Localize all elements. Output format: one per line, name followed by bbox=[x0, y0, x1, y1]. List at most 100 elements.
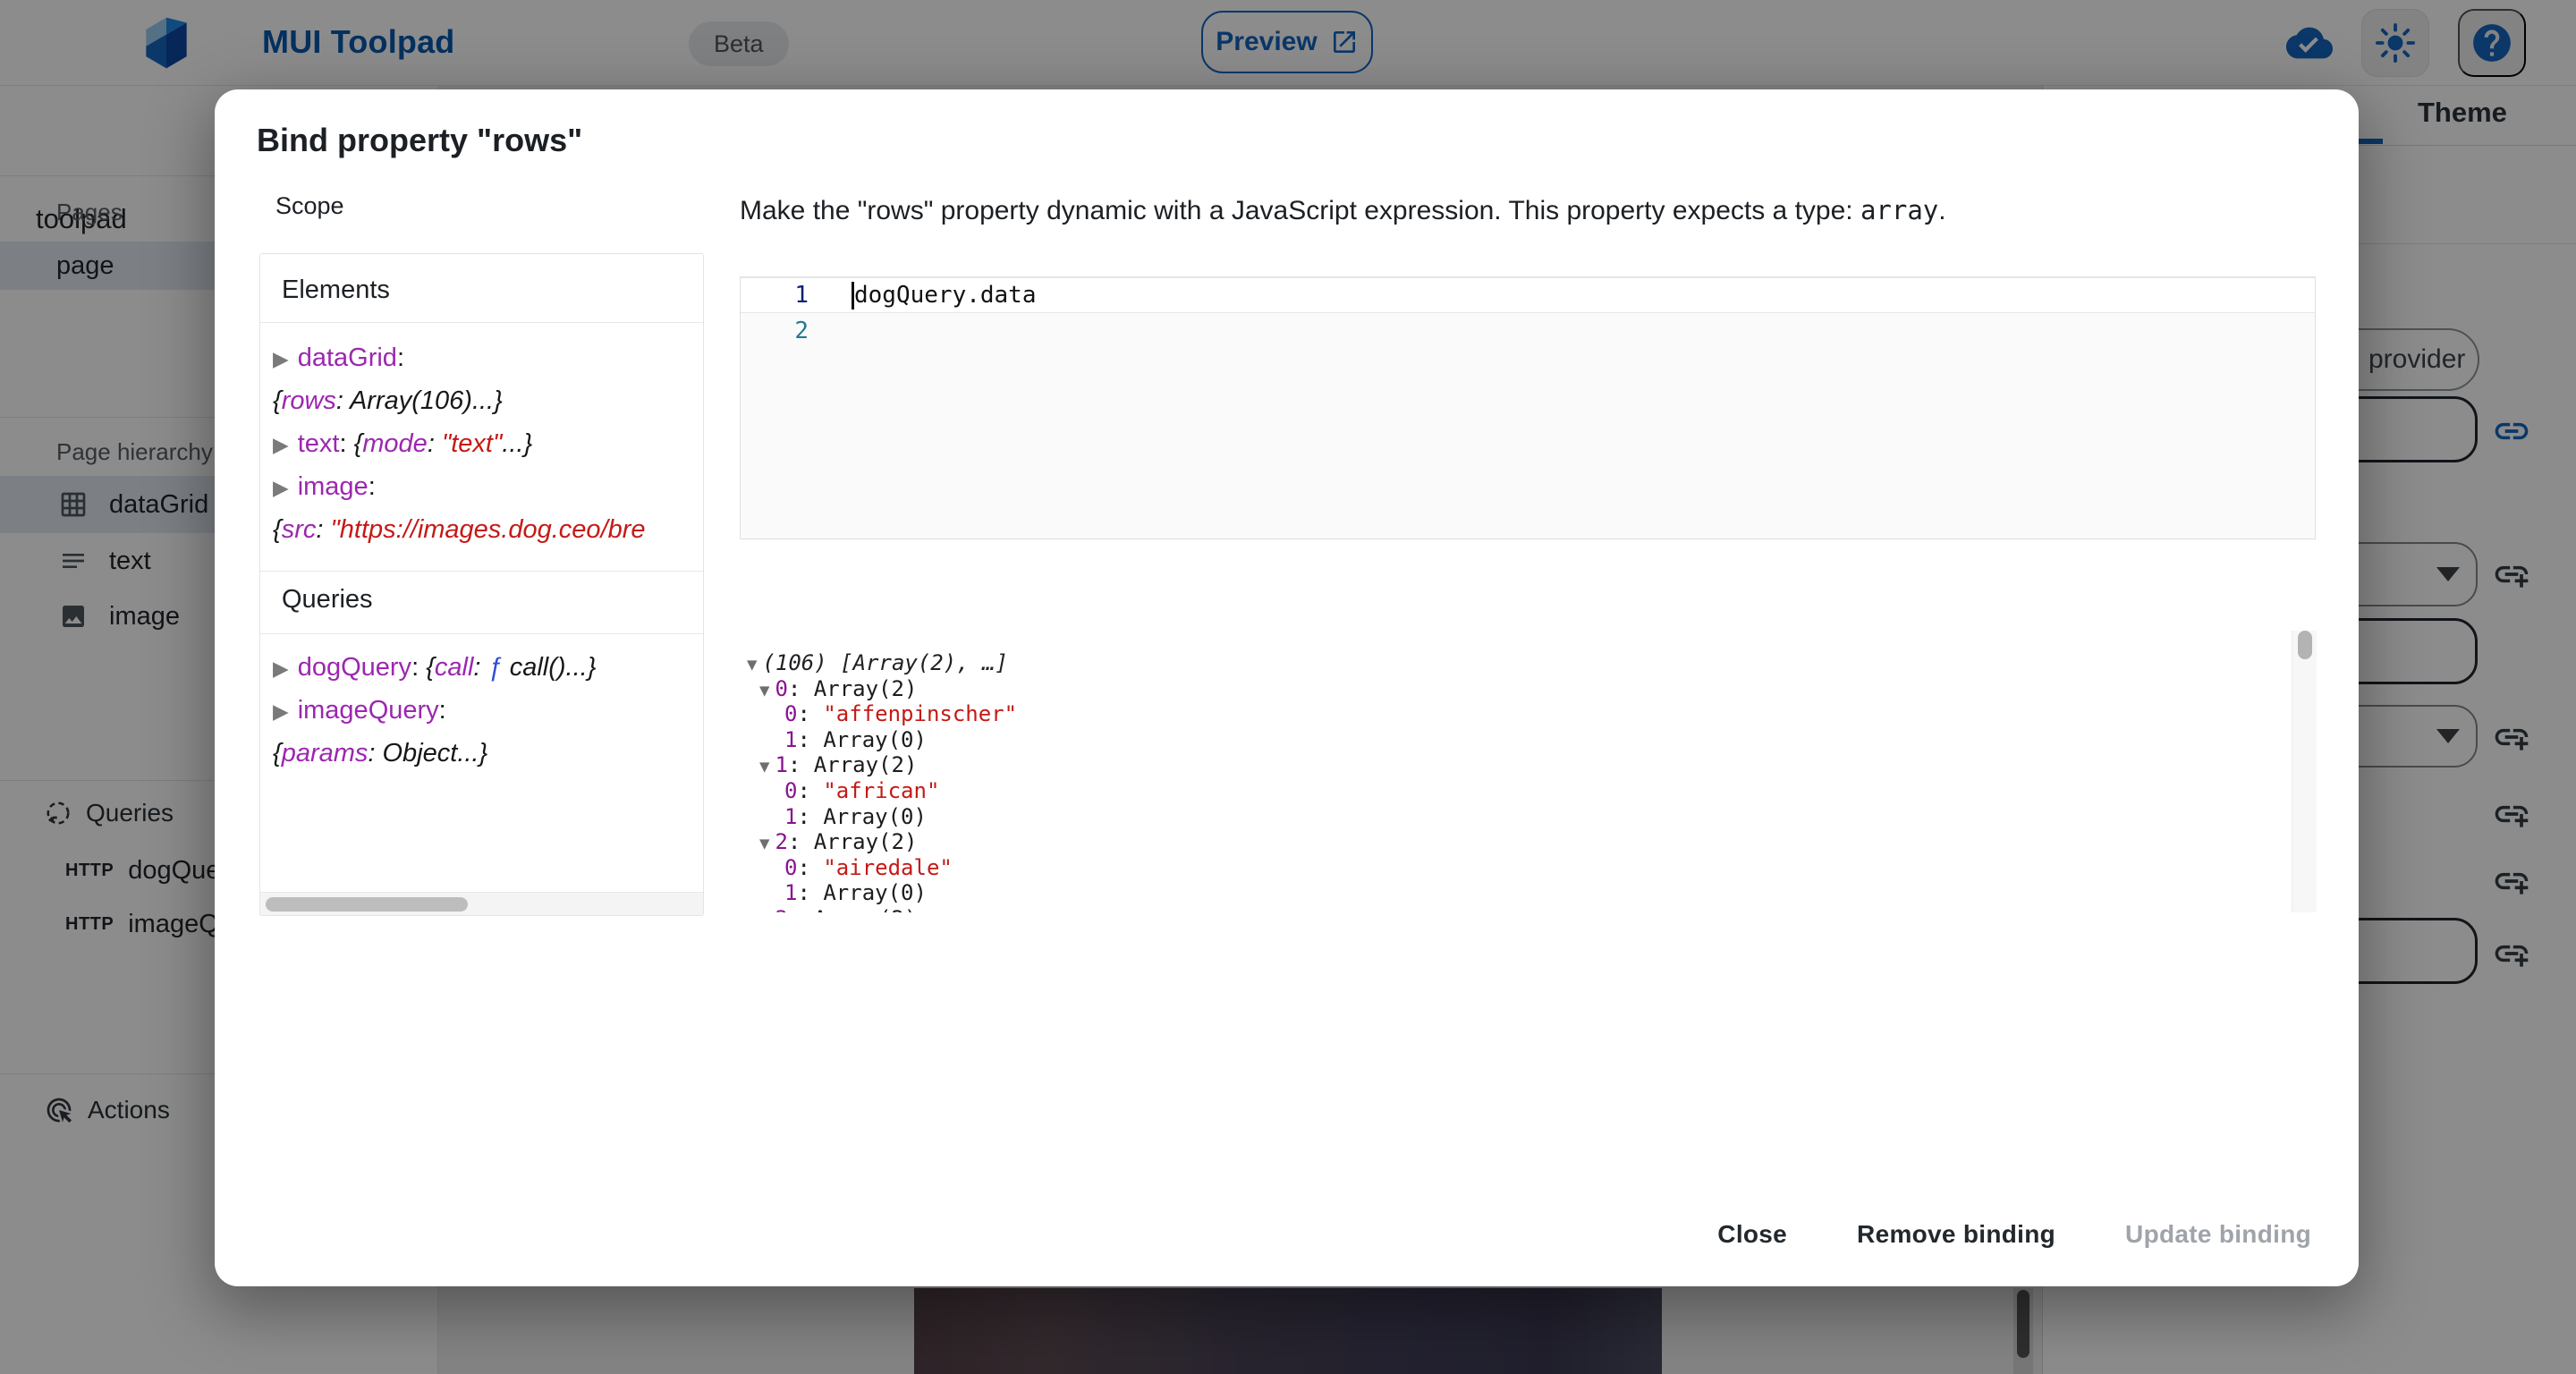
code-segment: { bbox=[426, 653, 435, 682]
disclosure-triangle-icon[interactable]: ▶ bbox=[273, 700, 289, 723]
disclosure-triangle-icon[interactable]: ▼ bbox=[759, 681, 769, 700]
elements-header: Elements bbox=[282, 276, 390, 305]
code-segment: { bbox=[273, 386, 282, 415]
code-segment: 0 bbox=[775, 676, 787, 701]
code-segment: 1 bbox=[784, 727, 797, 752]
code-segment: imageQuery bbox=[298, 696, 439, 725]
scope-row[interactable]: {rows: Array(106)...} bbox=[273, 379, 703, 422]
result-scrollbar-thumb[interactable] bbox=[2298, 631, 2312, 659]
code-segment: : Array(2) bbox=[788, 906, 918, 912]
result-json-tree[interactable]: ▼(106) [Array(2), …]▼0: Array(2)0: "affe… bbox=[747, 650, 1017, 912]
disclosure-triangle-icon[interactable]: ▶ bbox=[273, 433, 289, 456]
code-segment: 0 bbox=[784, 855, 797, 880]
code-segment: "https://images.dog.ceo/bre bbox=[330, 515, 645, 544]
editor-line-1[interactable]: 1 dogQuery.data bbox=[741, 277, 2315, 313]
code-segment: src bbox=[282, 515, 317, 544]
code-segment: : bbox=[797, 701, 823, 726]
code-segment: 3 bbox=[775, 906, 787, 912]
code-segment: 0 bbox=[784, 701, 797, 726]
code-segment: rows bbox=[282, 386, 336, 415]
tree-row[interactable]: 1: Array(0) bbox=[747, 880, 1017, 906]
tree-row[interactable]: ▼ (106) [Array(2), …] bbox=[747, 650, 1017, 676]
tree-row[interactable]: 0: "affenpinscher" bbox=[747, 701, 1017, 727]
tree-row[interactable]: 1: Array(0) bbox=[747, 727, 1017, 753]
scope-row[interactable]: ▶ imageQuery: bbox=[273, 689, 703, 732]
queries-header: Queries bbox=[282, 585, 373, 615]
scope-row[interactable]: ▶ image: bbox=[273, 465, 703, 508]
scope-row[interactable]: ▶text: {mode: "text"...} bbox=[273, 422, 703, 465]
code-segment: : Array(0) bbox=[797, 804, 927, 829]
scope-row[interactable]: ▶ dataGrid: bbox=[273, 336, 703, 379]
code-segment: : bbox=[411, 653, 426, 682]
code-segment: ...} bbox=[502, 429, 532, 458]
disclosure-triangle-icon[interactable]: ▼ bbox=[759, 834, 769, 853]
scope-scrollbar-thumb[interactable] bbox=[266, 897, 468, 912]
bind-description: Make the "rows" property dynamic with a … bbox=[740, 195, 1946, 226]
disclosure-triangle-icon[interactable]: ▼ bbox=[759, 911, 769, 912]
remove-binding-button[interactable]: Remove binding bbox=[1843, 1208, 2070, 1261]
tree-row[interactable]: 0: "african" bbox=[747, 778, 1017, 804]
disclosure-triangle-icon[interactable]: ▼ bbox=[747, 655, 757, 674]
editor-code[interactable]: dogQuery.data bbox=[830, 282, 1037, 309]
code-segment: : bbox=[397, 344, 404, 372]
scope-row[interactable]: ▶dogQuery: {call: ƒ call()...} bbox=[273, 646, 703, 689]
dialog-actions: Close Remove binding Update binding bbox=[1703, 1208, 2326, 1261]
tree-row[interactable]: ▼ 3: Array(2) bbox=[747, 906, 1017, 912]
disclosure-triangle-icon[interactable]: ▶ bbox=[273, 657, 289, 680]
code-segment: dataGrid bbox=[298, 344, 397, 372]
code-segment: (106) [Array(2), …] bbox=[762, 650, 1008, 675]
tree-row[interactable]: ▼1: Array(2) bbox=[747, 752, 1017, 778]
close-button[interactable]: Close bbox=[1703, 1208, 1801, 1261]
code-segment: : Object...} bbox=[368, 739, 487, 768]
code-segment: : bbox=[797, 778, 823, 803]
expression-code-editor[interactable]: 1 dogQuery.data 2 bbox=[740, 276, 2316, 539]
code-segment: "airedale" bbox=[823, 855, 953, 880]
code-segment: : bbox=[439, 696, 446, 725]
code-segment: image bbox=[298, 472, 369, 501]
code-segment: text bbox=[298, 429, 340, 458]
code-segment: { bbox=[354, 429, 363, 458]
code-segment: 1 bbox=[784, 804, 797, 829]
code-segment: 1 bbox=[784, 880, 797, 905]
result-scrollbar[interactable] bbox=[2292, 631, 2317, 912]
code-segment: : Array(0) bbox=[797, 880, 927, 905]
code-segment: : bbox=[339, 429, 353, 458]
line-number: 2 bbox=[741, 318, 830, 344]
code-segment: { bbox=[273, 739, 282, 768]
divider bbox=[260, 571, 703, 572]
code-segment: mode bbox=[362, 429, 428, 458]
code-segment: "african" bbox=[823, 778, 939, 803]
code-segment: : bbox=[369, 472, 376, 501]
code-segment: { bbox=[273, 515, 282, 544]
code-segment: "text" bbox=[442, 429, 502, 458]
code-segment: call()...} bbox=[510, 653, 597, 682]
evaluation-result-panel: ▼(106) [Array(2), …]▼0: Array(2)0: "affe… bbox=[740, 626, 2317, 912]
code-segment: : Array(2) bbox=[788, 829, 918, 854]
scope-browser: Elements ▶ dataGrid: {rows: Array(106)...}… bbox=[259, 253, 704, 916]
code-segment: params bbox=[282, 739, 369, 768]
scope-horizontal-scrollbar[interactable] bbox=[260, 892, 703, 915]
disclosure-triangle-icon[interactable]: ▼ bbox=[759, 757, 769, 776]
tree-row[interactable]: 0: "airedale" bbox=[747, 855, 1017, 881]
editor-line-2[interactable]: 2 bbox=[741, 313, 2315, 349]
update-binding-button[interactable]: Update binding bbox=[2111, 1208, 2326, 1261]
scope-row[interactable]: {src: "https://images.dog.ceo/bre bbox=[273, 508, 703, 551]
scope-row[interactable]: {params: Object...} bbox=[273, 732, 703, 775]
code-segment: : bbox=[797, 855, 823, 880]
dialog-title: Bind property "rows" bbox=[257, 122, 582, 159]
tree-row[interactable]: 1: Array(0) bbox=[747, 804, 1017, 830]
disclosure-triangle-icon[interactable]: ▶ bbox=[273, 476, 289, 499]
code-segment: : bbox=[316, 515, 330, 544]
elements-tree[interactable]: ▶dataGrid:{rows: Array(106)...}▶text: {m… bbox=[273, 336, 703, 551]
tree-row[interactable]: ▼ 2: Array(2) bbox=[747, 829, 1017, 855]
queries-tree[interactable]: ▶dogQuery: {call: ƒ call()...}▶imageQuer… bbox=[273, 646, 703, 775]
code-segment: 1 bbox=[775, 752, 787, 777]
code-segment: call bbox=[435, 653, 474, 682]
divider bbox=[260, 633, 703, 634]
divider bbox=[260, 322, 703, 323]
code-segment: 2 bbox=[775, 829, 787, 854]
code-segment: ƒ bbox=[488, 653, 510, 682]
text-cursor bbox=[852, 282, 854, 310]
disclosure-triangle-icon[interactable]: ▶ bbox=[273, 347, 289, 370]
tree-row[interactable]: ▼0: Array(2) bbox=[747, 676, 1017, 702]
